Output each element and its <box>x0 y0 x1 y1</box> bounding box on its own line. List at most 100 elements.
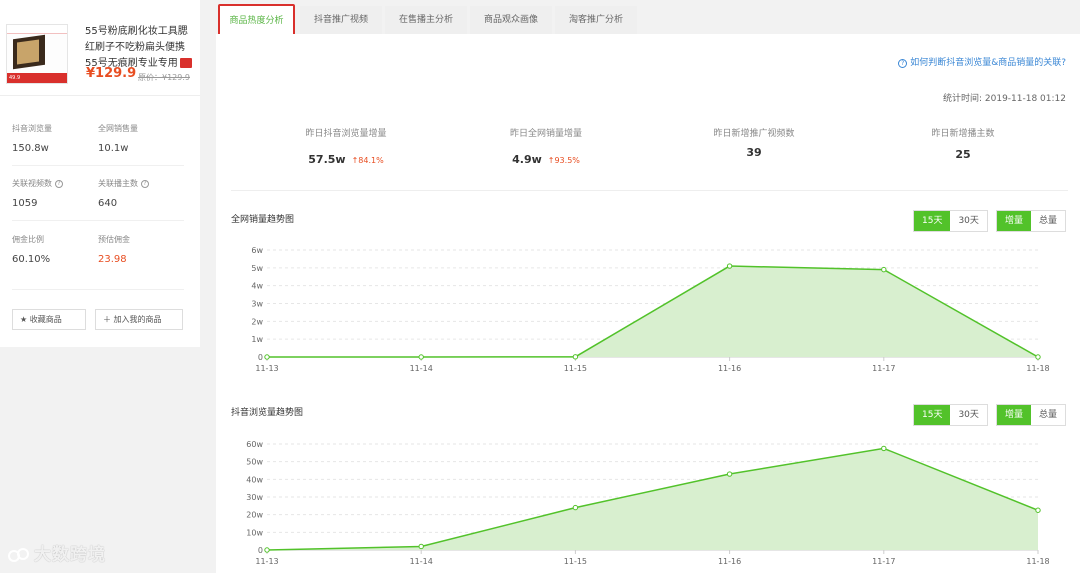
data-point <box>881 266 887 273</box>
question-icon: ? <box>898 59 908 68</box>
stat-label-streamer-count: 关联播主数? <box>98 178 149 189</box>
data-point <box>726 263 733 269</box>
mode-toggle-sales: 增量 总量 <box>996 210 1067 232</box>
help-icon[interactable]: ? <box>55 179 63 188</box>
kpi-value: 25 <box>955 148 971 161</box>
add-to-my-products-button[interactable]: ＋ 加入我的商品 <box>95 309 183 330</box>
y-tick-label: 3w <box>251 300 263 309</box>
stat-label-text: 关联播主数 <box>98 179 138 188</box>
range-15d-button[interactable]: 15天 <box>914 211 951 231</box>
data-point <box>264 547 270 553</box>
stat-value-commission: 23.98 <box>98 254 127 265</box>
x-tick-label: 11-16 <box>718 364 741 373</box>
y-tick-label: 50w <box>246 458 263 467</box>
thumbnail-price: 49.9 <box>7 73 67 83</box>
tab-audience[interactable]: 商品观众画像 <box>470 6 552 34</box>
product-title[interactable]: 55号粉底刷化妆工具腮红刷子不吃粉扁头便携55号无痕刷专业专用 <box>85 24 195 72</box>
kpi-change: ↑84.1% <box>351 156 384 165</box>
chart-title-sales: 全网销量趋势图 <box>231 215 295 225</box>
x-tick-label: 11-15 <box>564 364 587 373</box>
favorite-button[interactable]: ★ 收藏商品 <box>12 309 86 330</box>
kpi-new-videos: 昨日新增推广视频数 39 <box>674 126 834 159</box>
range-30d-button[interactable]: 30天 <box>950 405 987 425</box>
product-title-text: 55号粉底刷化妆工具腮红刷子不吃粉扁头便携55号无痕刷专业专用 <box>85 26 188 69</box>
help-icon[interactable]: ? <box>141 179 149 188</box>
thumbnail-brush <box>17 39 39 65</box>
kpi-value-row: 4.9w ↑93.5% <box>466 153 626 166</box>
divider <box>12 165 184 166</box>
kpi-value: 57.5w <box>308 153 346 166</box>
data-point <box>1035 507 1041 513</box>
x-tick-label: 11-13 <box>255 364 278 373</box>
kpi-sales: 昨日全网销量增量 4.9w ↑93.5% <box>466 126 626 166</box>
stat-label-video-count: 关联视频数? <box>12 178 63 189</box>
x-tick-label: 11-13 <box>255 557 278 566</box>
stat-value: 10.1w <box>98 143 129 154</box>
tab-streamers[interactable]: 在售播主分析 <box>385 6 467 34</box>
increment-button[interactable]: 增量 <box>997 405 1032 425</box>
watermark: 大数跨境 <box>8 540 106 565</box>
star-icon: ★ <box>20 315 28 324</box>
range-15d-button[interactable]: 15天 <box>914 405 951 425</box>
chart-title-views: 抖音浏览量趋势图 <box>231 408 304 418</box>
kpi-label: 昨日新增推广视频数 <box>713 129 795 139</box>
range-toggle-sales: 15天 30天 <box>913 210 988 232</box>
y-tick-label: 6w <box>251 246 263 255</box>
add-button-label: 加入我的商品 <box>113 315 162 324</box>
help-link[interactable]: ? 如何判断抖音浏览量&商品销量的关联? <box>898 55 1066 68</box>
product-orig-price: 原价：¥129.9 <box>138 73 190 82</box>
x-tick-label: 11-15 <box>564 557 587 566</box>
tab-promo-videos[interactable]: 抖音推广视频 <box>300 6 382 34</box>
range-30d-button[interactable]: 30天 <box>950 211 987 231</box>
increment-button[interactable]: 增量 <box>997 211 1032 231</box>
divider <box>0 95 200 96</box>
stat-time: 统计时间: 2019-11-18 01:12 <box>943 94 1066 104</box>
stat-value: 640 <box>98 198 118 209</box>
kpi-label: 昨日全网销量增量 <box>509 129 582 139</box>
kpi-label: 昨日新增播主数 <box>931 129 995 139</box>
y-tick-label: 20w <box>246 511 263 520</box>
kpi-value: 39 <box>746 146 762 159</box>
data-point <box>418 354 424 360</box>
x-tick-label: 11-14 <box>410 364 433 373</box>
y-tick-label: 40w <box>246 475 263 484</box>
y-tick-label: 1w <box>251 335 263 344</box>
data-point <box>726 471 733 477</box>
help-link-text: 如何判断抖音浏览量&商品销量的关联? <box>910 58 1066 68</box>
mode-toggle-views: 增量 总量 <box>996 404 1067 426</box>
total-button[interactable]: 总量 <box>1031 405 1066 425</box>
kpi-douyin-views: 昨日抖音浏览量增量 57.5w ↑84.1% <box>266 126 426 166</box>
y-tick-label: 2w <box>251 317 263 326</box>
data-point <box>1035 354 1041 360</box>
data-point <box>572 354 579 360</box>
divider <box>231 190 1068 191</box>
stat-label: 全网销售量 <box>98 124 138 133</box>
tmall-icon <box>179 58 192 68</box>
data-point <box>418 543 424 550</box>
stat-label: 预估佣金 <box>98 235 130 244</box>
total-button[interactable]: 总量 <box>1031 211 1066 231</box>
y-tick-label: 30w <box>246 493 263 502</box>
watermark-text: 大数跨境 <box>34 545 106 565</box>
product-price: ¥129.9 <box>86 66 137 81</box>
stat-value: 1059 <box>12 198 38 209</box>
y-tick-label: 5w <box>251 264 263 273</box>
stat-label-text: 关联视频数 <box>12 179 52 188</box>
x-tick-label: 11-16 <box>718 557 741 566</box>
main-panel: ? 如何判断抖音浏览量&商品销量的关联? 统计时间: 2019-11-18 01:… <box>216 34 1080 573</box>
tab-taoke[interactable]: 淘客推广分析 <box>555 6 637 34</box>
kpi-value: 4.9w <box>512 153 542 166</box>
data-point <box>881 445 887 452</box>
y-tick-label: 60w <box>246 440 263 449</box>
y-tick-label: 10w <box>246 528 263 537</box>
y-tick-label: 0 <box>258 546 263 555</box>
tab-heat-analysis[interactable]: 商品热度分析 <box>218 4 295 38</box>
plus-icon: ＋ <box>103 315 111 324</box>
data-point <box>264 354 270 360</box>
favorite-button-label: 收藏商品 <box>29 315 62 324</box>
brand-logo-icon <box>8 548 29 562</box>
stat-label: 佣金比例 <box>12 235 44 244</box>
product-thumbnail[interactable]: 49.9 <box>6 24 68 84</box>
y-tick-label: 4w <box>251 282 263 291</box>
kpi-new-streamers: 昨日新增播主数 25 <box>883 126 1043 161</box>
